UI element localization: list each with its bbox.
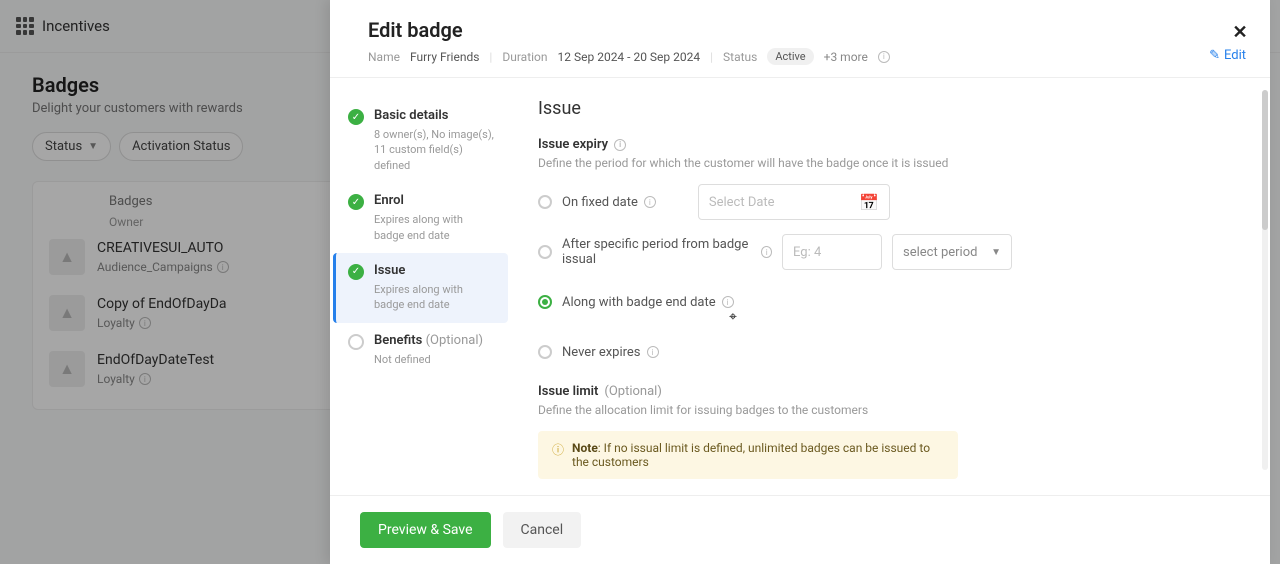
info-icon[interactable]: i [761, 246, 772, 258]
empty-check-icon [348, 334, 364, 350]
step-basic-details[interactable]: ✓ Basic details8 owner(s), No image(s), … [336, 98, 508, 183]
modal-header: Edit badge Name Furry Friends | Duration… [330, 0, 1270, 78]
edit-link[interactable]: ✎ Edit [1209, 48, 1246, 63]
preview-save-button[interactable]: Preview & Save [360, 512, 491, 548]
fixed-date-input[interactable]: Select Date 📅 [698, 184, 890, 220]
radio-fixed-date[interactable] [538, 195, 552, 209]
info-icon[interactable]: i [722, 296, 734, 308]
step-issue[interactable]: ✓ IssueExpires along with badge end date [333, 253, 508, 323]
more-link[interactable]: +3 more [824, 50, 868, 64]
content-panel: Issue Issue expiry i Define the period f… [508, 78, 1270, 495]
edit-badge-modal: Edit badge Name Furry Friends | Duration… [330, 0, 1270, 564]
info-icon[interactable]: i [647, 346, 659, 358]
steps-nav: ✓ Basic details8 owner(s), No image(s), … [330, 78, 508, 495]
step-enrol[interactable]: ✓ EnrolExpires along with badge end date [336, 183, 508, 253]
pencil-icon: ✎ [1209, 48, 1220, 63]
issue-expiry-label: Issue expiry i [538, 137, 1240, 152]
calendar-icon: 📅 [859, 193, 879, 212]
check-icon: ✓ [348, 109, 364, 125]
period-unit-select[interactable]: select period ▼ [892, 234, 1012, 270]
issue-limit-label: Issue limit (Optional) [538, 384, 1240, 399]
info-icon: ⓘ [552, 441, 564, 469]
note-box: ⓘ Note: If no issual limit is defined, u… [538, 431, 958, 479]
chevron-down-icon: ▼ [991, 247, 1001, 258]
step-benefits[interactable]: Benefits (Optional)Not defined [336, 323, 508, 377]
modal-title: Edit badge [368, 18, 1240, 42]
info-icon[interactable]: i [878, 51, 890, 63]
info-icon[interactable]: i [614, 139, 626, 151]
info-icon[interactable]: i [644, 196, 656, 208]
close-button[interactable]: ✕ [1228, 20, 1252, 44]
period-number-input[interactable]: Eg: 4 [782, 234, 882, 270]
check-icon: ✓ [348, 264, 364, 280]
cancel-button[interactable]: Cancel [503, 512, 582, 548]
modal-footer: Preview & Save Cancel [330, 495, 1270, 564]
scrollbar[interactable] [1262, 90, 1268, 470]
radio-along-end-date[interactable] [538, 295, 552, 309]
check-icon: ✓ [348, 194, 364, 210]
content-title: Issue [538, 98, 1240, 119]
radio-after-period[interactable] [538, 245, 552, 259]
status-badge: Active [767, 48, 813, 65]
radio-never-expires[interactable] [538, 345, 552, 359]
